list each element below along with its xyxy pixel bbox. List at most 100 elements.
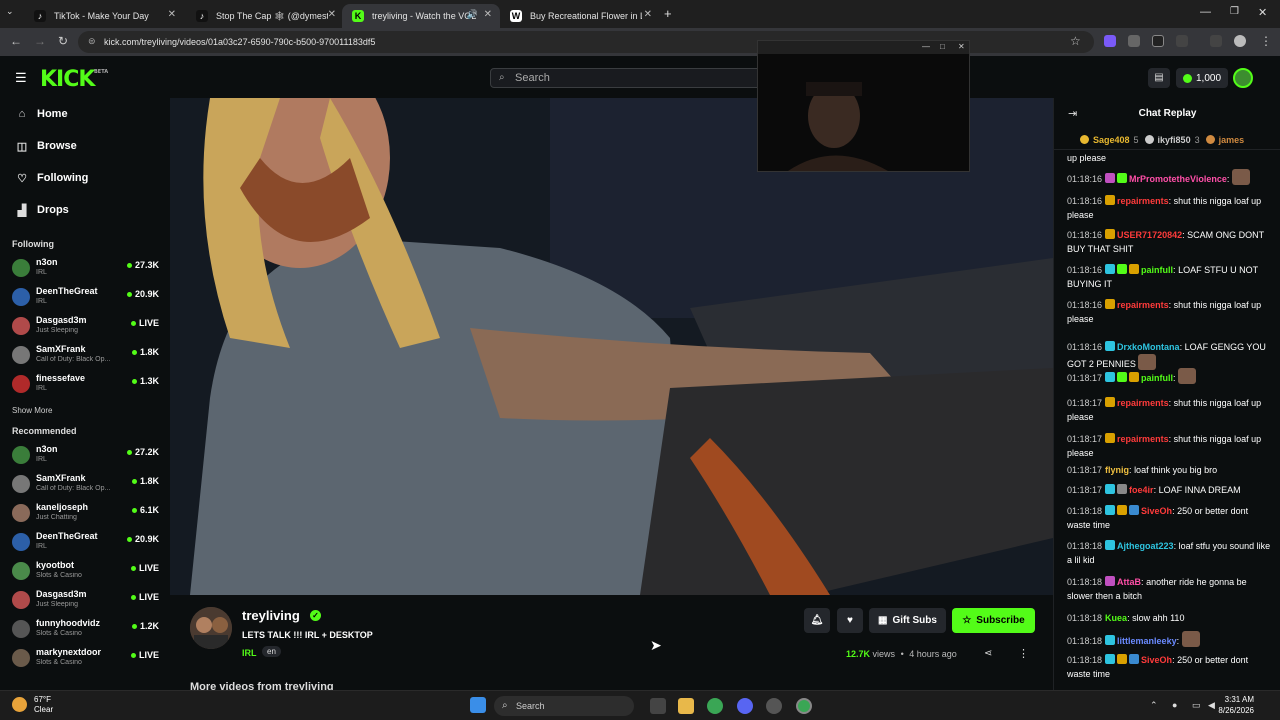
points-button[interactable]: 1,000 <box>1176 68 1228 88</box>
message-username[interactable]: painfull <box>1141 373 1173 383</box>
volume-icon[interactable]: ◀ <box>1208 700 1215 711</box>
chat-message[interactable]: 01:18:17 flynig: loaf think you big bro <box>1067 463 1273 477</box>
message-username[interactable]: repairments <box>1117 300 1169 310</box>
channel-item[interactable]: kaneljoseph Just Chatting 6.1K <box>0 499 170 528</box>
channel-item[interactable]: SamXFrank Call of Duty: Black Op... 1.8K <box>0 470 170 499</box>
close-icon[interactable]: ✕ <box>958 42 965 51</box>
message-username[interactable]: Ajthegoat223 <box>1117 541 1174 551</box>
back-icon[interactable]: ← <box>10 34 22 48</box>
start-icon[interactable] <box>470 697 486 713</box>
channel-item[interactable]: finessefave IRL 1.3K <box>0 370 170 399</box>
chat-message[interactable]: 01:18:17 repairments: shut this nigga loa… <box>1067 432 1273 460</box>
message-username[interactable]: USER71720842 <box>1117 230 1182 240</box>
close-icon[interactable]: ✕ <box>484 9 492 20</box>
close-window-icon[interactable]: ✕ <box>1258 6 1267 19</box>
channel-item[interactable]: n3on IRL 27.2K <box>0 441 170 470</box>
chat-message[interactable]: 01:18:16 DrxkoMontana: LOAF GENGG YOU GOT… <box>1067 340 1273 371</box>
mic-icon[interactable]: ● <box>1172 700 1177 710</box>
file-explorer-icon[interactable] <box>678 698 694 714</box>
chrome-icon[interactable] <box>707 698 723 714</box>
sidebar-item-following[interactable]: ♡ Following <box>0 162 170 194</box>
channel-item[interactable]: kyootbot Slots & Casino LIVE <box>0 557 170 586</box>
forward-icon[interactable]: → <box>34 34 46 48</box>
chat-message[interactable]: 01:18:16 painfull: LOAF STFU U NOT BUYING… <box>1067 263 1273 291</box>
chrome-active-icon[interactable] <box>796 698 812 714</box>
close-icon[interactable]: ✕ <box>328 9 336 20</box>
chat-message[interactable]: up please <box>1067 151 1273 165</box>
minimize-icon[interactable]: — <box>1200 6 1211 18</box>
channel-avatar[interactable] <box>190 607 232 649</box>
chat-message[interactable]: 01:18:18 littlemanleeky: <box>1067 631 1273 648</box>
channel-item[interactable]: DeenTheGreat IRL 20.9K <box>0 528 170 557</box>
extension-icon[interactable] <box>1104 35 1116 47</box>
message-username[interactable]: SiveOh <box>1141 506 1172 516</box>
chat-message[interactable]: 01:18:17 repairments: shut this nigga loa… <box>1067 396 1273 424</box>
notifications-button[interactable]: 🔔︎ <box>804 608 830 633</box>
taskbar-search[interactable]: ⌕ Search <box>494 696 634 716</box>
gift-subs-button[interactable]: ▦ Gift Subs <box>869 608 946 633</box>
show-more-link[interactable]: Show More <box>0 399 170 421</box>
language-tag[interactable]: en <box>262 646 281 657</box>
share-icon[interactable]: ⋖ <box>984 648 992 659</box>
new-tab-button[interactable]: + <box>664 6 672 21</box>
chat-message[interactable]: 01:18:17 painfull: <box>1067 368 1273 385</box>
discord-icon[interactable] <box>737 698 753 714</box>
layout-toggle-button[interactable]: ▤ <box>1148 68 1170 88</box>
chat-message[interactable]: 01:18:18 Kuea: slow ahh 110 <box>1067 611 1273 625</box>
show-hidden-icons[interactable]: ⌃ <box>1150 700 1158 711</box>
message-username[interactable]: littlemanleeky <box>1117 636 1177 646</box>
extensions-puzzle-icon[interactable] <box>1176 35 1188 47</box>
channel-item[interactable]: DeenTheGreat IRL 20.9K <box>0 283 170 312</box>
more-options-icon[interactable]: ⋮ <box>1018 647 1029 660</box>
subscribe-button[interactable]: ☆ Subscribe <box>952 608 1035 633</box>
chat-message[interactable]: 01:18:18 Ajthegoat223: loaf stfu you soun… <box>1067 539 1273 567</box>
message-username[interactable]: repairments <box>1117 398 1169 408</box>
chat-message[interactable]: 01:18:17 foe4ir: LOAF INNA DREAM <box>1067 483 1273 497</box>
leaderboard-entry[interactable]: james <box>1205 135 1249 145</box>
chat-message[interactable]: 01:18:16 USER71720842: SCAM ONG DONT BUY … <box>1067 228 1273 256</box>
leaderboard-entry[interactable]: Sage408 5 <box>1080 135 1139 145</box>
speaker-icon[interactable]: 🔊 <box>467 9 478 20</box>
message-username[interactable]: AttaB <box>1117 577 1141 587</box>
bookmark-star-icon[interactable]: ☆ <box>1070 34 1081 48</box>
channel-item[interactable]: Dasgasd3m Just Sleeping LIVE <box>0 312 170 341</box>
category-tag[interactable]: IRL <box>242 648 257 658</box>
message-username[interactable]: foe4ir <box>1129 485 1154 495</box>
picture-in-picture-window[interactable]: — □ ✕ <box>757 40 970 172</box>
channel-item[interactable]: SamXFrank Call of Duty: Black Op... 1.8K <box>0 341 170 370</box>
message-username[interactable]: painfull <box>1141 265 1173 275</box>
extension-icon[interactable] <box>1128 35 1140 47</box>
message-username[interactable]: MrPromotetheViolence <box>1129 174 1227 184</box>
menu-dots-icon[interactable]: ⋮ <box>1260 34 1272 48</box>
minimize-icon[interactable]: — <box>922 42 930 51</box>
close-icon[interactable]: ✕ <box>168 9 176 20</box>
browser-tab[interactable]: W Buy Recreational Flower in Las ✕ <box>500 4 660 28</box>
menu-icon[interactable]: ☰ <box>15 70 27 86</box>
chat-message[interactable]: 01:18:16 MrPromotetheViolence: <box>1067 169 1273 186</box>
user-avatar[interactable] <box>1233 68 1253 88</box>
chat-message[interactable]: 01:18:16 repairments: shut this nigga loa… <box>1067 298 1273 326</box>
reload-icon[interactable]: ↻ <box>58 34 68 48</box>
message-username[interactable]: repairments <box>1117 196 1169 206</box>
chat-message[interactable]: 01:18:16 repairments: shut this nigga loa… <box>1067 194 1273 222</box>
maximize-icon[interactable]: □ <box>940 42 945 51</box>
chat-message[interactable]: 01:18:18 SiveOh: 250 or better dont waste… <box>1067 504 1273 532</box>
clock[interactable]: 3:31 AM 8/26/2026 <box>1218 694 1254 716</box>
message-username[interactable]: repairments <box>1117 434 1169 444</box>
channel-item[interactable]: Dasgasd3m Just Sleeping LIVE <box>0 586 170 615</box>
sidebar-item-home[interactable]: ⌂ Home <box>0 98 170 130</box>
browser-tab[interactable]: ♪ TikTok - Make Your Day ✕ <box>24 4 184 28</box>
extension-icon[interactable] <box>1152 35 1164 47</box>
browser-tab-active[interactable]: K treyliving - Watch the VOD 🔊 ✕ <box>342 4 500 28</box>
app-icon[interactable] <box>766 698 782 714</box>
channel-name[interactable]: treyliving <box>242 608 300 623</box>
sidebar-item-browse[interactable]: ◫ Browse <box>0 130 170 162</box>
search-input[interactable]: ⌕ Search <box>490 68 790 88</box>
close-icon[interactable]: ✕ <box>644 9 652 20</box>
site-info-icon[interactable]: ⊜ <box>88 36 96 47</box>
chat-message[interactable]: 01:18:18 AttaB: another ride he gonna be … <box>1067 575 1273 603</box>
message-username[interactable]: flynig <box>1105 465 1129 475</box>
message-username[interactable]: DrxkoMontana <box>1117 342 1180 352</box>
message-username[interactable]: SiveOh <box>1141 655 1172 665</box>
tab-search-icon[interactable]: ⌄ <box>6 6 14 17</box>
